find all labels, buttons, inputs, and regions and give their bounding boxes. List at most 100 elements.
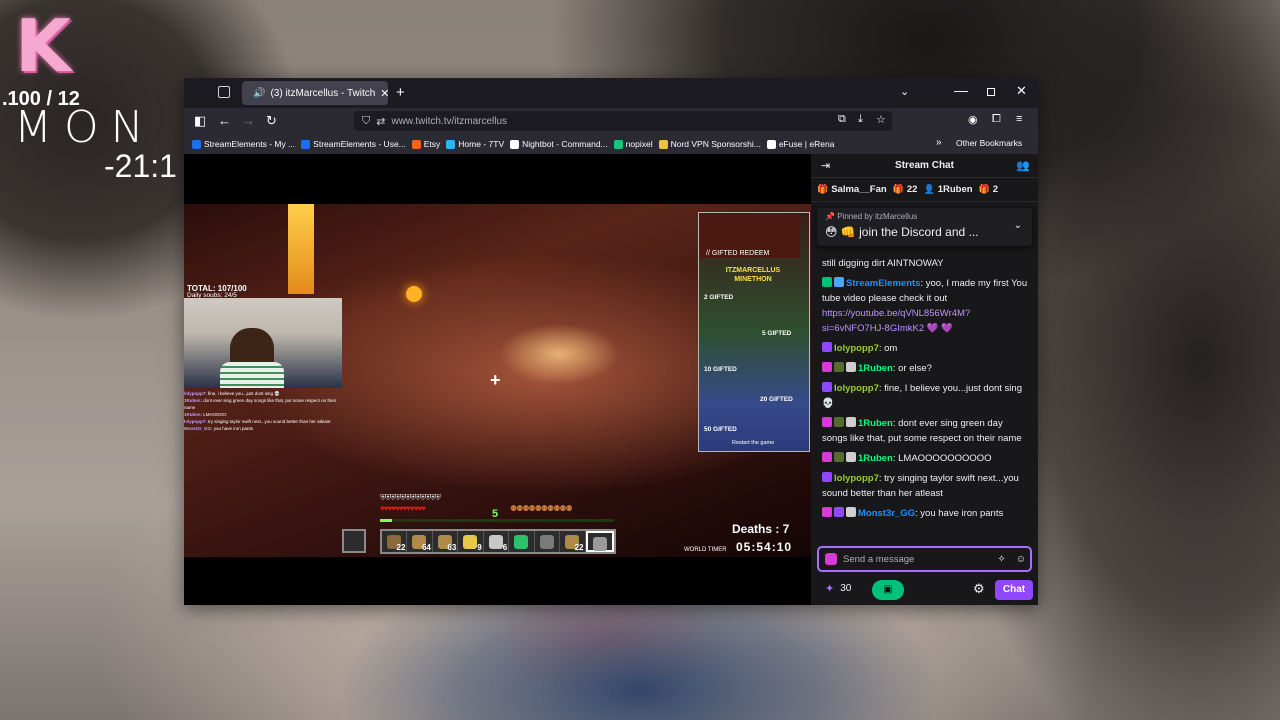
new-tab-button[interactable]: +: [396, 84, 405, 101]
minethon-title: ITZMARCELLUS MINETHON: [725, 267, 781, 283]
tab-twitch[interactable]: 🔊 (3) itzMarcellus - Twitch ✕: [242, 81, 390, 105]
leaderboard-entry[interactable]: 🎁 22: [893, 184, 918, 195]
minimize-button[interactable]: —: [954, 82, 968, 98]
back-button[interactable]: ←: [218, 113, 231, 128]
slot-count: 63: [447, 543, 457, 552]
slot-count: 22: [396, 543, 406, 552]
gift-icon: 🎁: [892, 184, 904, 194]
picture-in-picture-icon[interactable]: ⧉: [838, 113, 846, 126]
community-users-icon[interactable]: 👥: [1016, 159, 1030, 172]
bookmark-item[interactable]: StreamElements - My ...: [192, 139, 295, 149]
channel-points[interactable]: ✦ 30: [825, 582, 851, 595]
slot-count: 22: [574, 543, 584, 552]
armor-bar: ⛨⛨⛨⛨⛨⛨⛨⛨⛨⛨⛨⛨: [380, 493, 441, 502]
chat-username[interactable]: Monst3r_GG: [858, 508, 915, 519]
claim-bonus-button[interactable]: ▣: [872, 580, 904, 600]
bookmark-label: StreamElements - My ...: [204, 139, 296, 149]
url-bar[interactable]: ⛉ ⇄ www.twitch.tv/itzmarcellus: [354, 111, 892, 131]
hotbar-slot: [509, 531, 535, 552]
gift-leaderboard: 🎁 Salma__Fan 🎁 22 👤 1Ruben 🎁 2: [811, 178, 1038, 202]
bookmark-item[interactable]: Home - 7TV: [446, 139, 504, 149]
extensions-icon[interactable]: ⧠: [992, 113, 1001, 126]
chat-message: 1Ruben: dont ever sing green day songs l…: [822, 416, 1028, 446]
hotbar-slot-selected: [585, 531, 614, 552]
hotbar-slot: 22: [560, 531, 586, 552]
chat-title: Stream Chat: [895, 160, 954, 171]
chat-input[interactable]: [843, 553, 992, 565]
message-text: : or else?: [892, 363, 932, 374]
menu-icon[interactable]: ≡: [1016, 113, 1022, 125]
leaderboard-entry[interactable]: 🎁 2: [979, 184, 999, 195]
chat-username[interactable]: 1Ruben: [858, 418, 893, 429]
hotbar-slot: 63: [433, 531, 459, 552]
leaderboard-entry[interactable]: 👤 1Ruben: [923, 184, 972, 195]
bits-icon[interactable]: ✧: [997, 554, 1005, 565]
save-page-icon[interactable]: ⤓: [858, 113, 863, 126]
bookmark-item[interactable]: Etsy: [411, 139, 441, 149]
xp-bar-fill: [380, 519, 392, 522]
emote-picker-icon[interactable]: ☺: [1016, 554, 1026, 565]
game-scene[interactable]: + TOTAL: 107/100 Daily soubs: 24/5 lolyp…: [184, 204, 811, 557]
reload-button[interactable]: ↻: [266, 113, 277, 129]
account-icon[interactable]: ◉: [968, 113, 978, 126]
chat-send-button[interactable]: Chat: [995, 580, 1033, 600]
url-text[interactable]: www.twitch.tv/itzmarcellus: [391, 116, 507, 127]
bookmarks-overflow-icon[interactable]: »: [936, 137, 942, 148]
video-player[interactable]: + TOTAL: 107/100 Daily soubs: 24/5 lolyp…: [184, 154, 811, 605]
hotbar-slot: 6: [484, 531, 510, 552]
bookmark-icon: [301, 139, 311, 149]
tab-overview-icon[interactable]: [218, 86, 230, 98]
chevron-down-icon[interactable]: ⌄: [1014, 220, 1022, 231]
bookmark-item[interactable]: Nightbot - Command...: [510, 139, 608, 149]
tab-title: (3) itzMarcellus - Twitch: [270, 87, 376, 99]
chat-username[interactable]: lolypopp7: [834, 343, 879, 354]
restart-label: Restart the game: [732, 440, 775, 446]
permissions-icon[interactable]: ⇄: [376, 115, 385, 128]
pinned-message[interactable]: 📌 Pinned by itzMarcellus 😳 👊 join the Di…: [817, 208, 1032, 246]
bookmark-item[interactable]: StreamElements - Use...: [301, 139, 406, 149]
bookmark-label: Etsy: [423, 139, 441, 149]
leaderboard-entry[interactable]: 🎁 Salma__Fan: [817, 184, 887, 195]
leaderboard-label: Salma__Fan: [831, 184, 887, 195]
world-timer-value: 05:54:10: [736, 540, 793, 554]
mini-chat-name: 1Ruben:: [184, 412, 202, 417]
gift-tier: 2 GIFTED: [704, 294, 734, 301]
chat-username[interactable]: StreamElements: [846, 278, 920, 289]
maximize-button[interactable]: [987, 88, 995, 96]
offhand-slot: [342, 529, 366, 553]
speaker-icon[interactable]: 🔊: [253, 88, 265, 99]
bookmark-item[interactable]: eFuse | eRena: [766, 139, 834, 149]
heart-badge-icon[interactable]: [825, 553, 837, 565]
bookmark-icon: [411, 139, 421, 149]
slot-count: 9: [477, 543, 482, 552]
tab-close-icon[interactable]: ✕: [380, 87, 389, 100]
bookmark-star-icon[interactable]: ☆: [876, 113, 886, 126]
window-close-button[interactable]: ✕: [1016, 83, 1027, 99]
shield-icon[interactable]: ⛉: [362, 115, 370, 128]
chat-username[interactable]: lolypopp7: [834, 383, 879, 394]
message-text: : om: [878, 343, 898, 354]
lava-fall: [288, 204, 314, 294]
forward-button[interactable]: →: [242, 113, 255, 128]
fire-glow: [406, 286, 422, 302]
hotbar-slot: 64: [407, 531, 433, 552]
sidebar-icon[interactable]: ◧: [194, 113, 206, 129]
badge-icon: [846, 452, 856, 462]
gear-icon[interactable]: ⚙: [973, 581, 985, 597]
chat-header: ⇥ Stream Chat 👥: [811, 154, 1038, 178]
bookmarks-bar: StreamElements - My ... StreamElements -…: [184, 134, 1038, 154]
chat-username[interactable]: 1Ruben: [858, 363, 893, 374]
pinned-by-name: itzMarcellus: [875, 212, 918, 221]
bookmark-item[interactable]: nopixel: [613, 139, 653, 149]
chat-username[interactable]: 1Ruben: [858, 453, 893, 464]
chat-username[interactable]: lolypopp7: [834, 473, 879, 484]
mini-chat-text: LMAOOOO: [203, 412, 227, 417]
list-tabs-chevron-icon[interactable]: ⌄: [900, 85, 909, 98]
other-bookmarks-folder[interactable]: Other Bookmarks: [956, 138, 1022, 148]
slot-item: [539, 535, 554, 549]
chat-input-box[interactable]: ✧ ☺: [817, 546, 1032, 572]
message-link[interactable]: https://youtube.be/qVNL856Wr4M?si=6vNFO7…: [822, 308, 970, 334]
hotbar-slot: 9: [458, 531, 484, 552]
bookmark-item[interactable]: Nord VPN Sponsorshi...: [658, 139, 761, 149]
badge-icon: [834, 362, 844, 372]
